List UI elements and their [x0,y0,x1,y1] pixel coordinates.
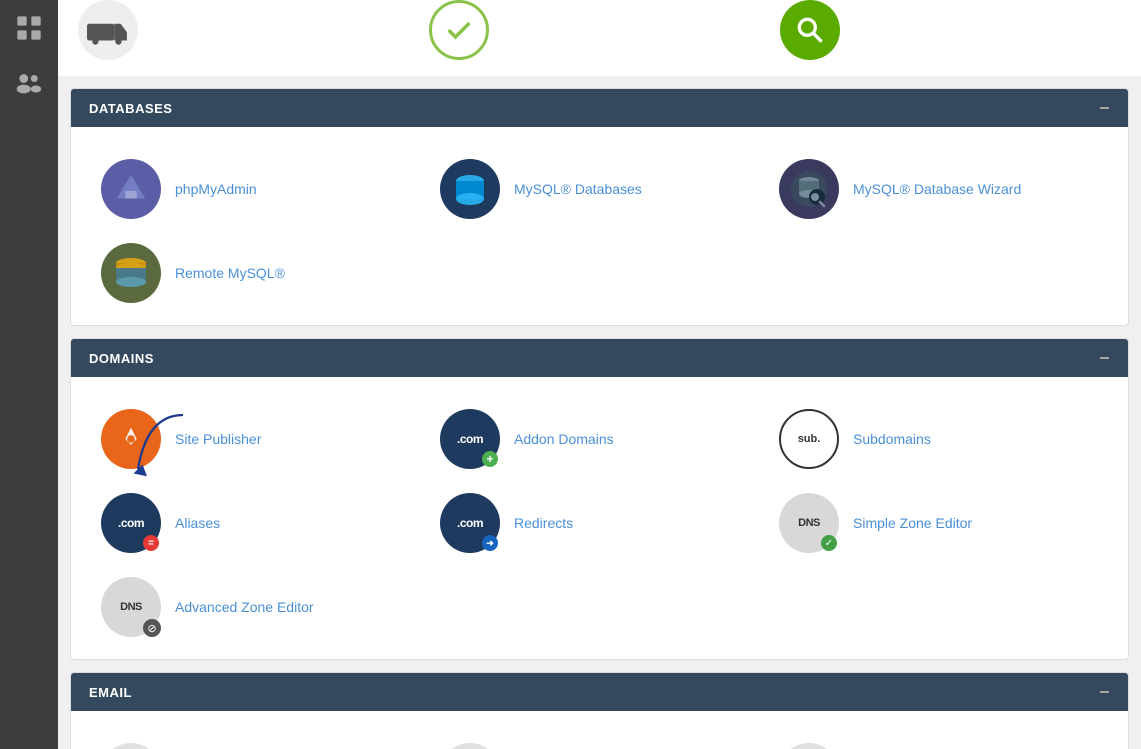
phpmyadmin-item[interactable]: phpMyAdmin [91,147,430,231]
sidebar [0,0,58,749]
top-partial-bar [58,0,1141,76]
email-header: EMAIL − [71,673,1128,711]
site-publisher-label: Site Publisher [175,430,261,448]
adv-zone-label: Advanced Zone Editor [175,598,314,616]
mysql-databases-label: MySQL® Databases [514,180,642,198]
email-section: EMAIL − [70,672,1129,749]
top-item-search[interactable] [770,0,1121,60]
subdomains-label: Subdomains [853,430,931,448]
aliases-label: Aliases [175,514,220,532]
email-collapse-btn[interactable]: − [1099,683,1110,701]
grid-icon[interactable] [11,10,47,46]
addon-domains-label: Addon Domains [514,430,614,448]
databases-section: DATABASES − phpMyAdmin [70,88,1129,326]
domains-section: DOMAINS − Site Publisher [70,338,1129,660]
email-item-2[interactable] [430,731,769,749]
simple-zone-item[interactable]: DNS ✓ Simple Zone Editor [769,481,1108,565]
mysql-wizard-item[interactable]: MySQL® Database Wizard [769,147,1108,231]
databases-collapse-btn[interactable]: − [1099,99,1110,117]
addon-domains-item[interactable]: .com + Addon Domains [430,397,769,481]
domains-body: Site Publisher .com + Addon Domains sub. [71,377,1128,659]
subdomains-item[interactable]: sub. Subdomains [769,397,1108,481]
redirects-label: Redirects [514,514,573,532]
main-content: DATABASES − phpMyAdmin [58,0,1141,749]
domains-collapse-btn[interactable]: − [1099,349,1110,367]
top-item-truck[interactable] [68,0,419,60]
top-item-check[interactable] [419,0,770,60]
mysql-databases-item[interactable]: MySQL® Databases [430,147,769,231]
redirects-item[interactable]: .com ➜ Redirects [430,481,769,565]
databases-header: DATABASES − [71,89,1128,127]
remote-mysql-label: Remote MySQL® [175,264,285,282]
domains-header: DOMAINS − [71,339,1128,377]
databases-body: phpMyAdmin MySQL® Databases [71,127,1128,325]
phpmyadmin-label: phpMyAdmin [175,180,257,198]
adv-zone-item[interactable]: DNS ⊘ Advanced Zone Editor [91,565,430,649]
mysql-wizard-label: MySQL® Database Wizard [853,180,1021,198]
email-item-3[interactable] [769,731,1108,749]
email-title: EMAIL [89,685,132,700]
domains-title: DOMAINS [89,351,154,366]
email-body [71,711,1128,749]
aliases-item[interactable]: .com = Aliases [91,481,430,565]
databases-title: DATABASES [89,101,172,116]
email-item-1[interactable] [91,731,430,749]
site-publisher-item[interactable]: Site Publisher [91,397,430,481]
remote-mysql-item[interactable]: Remote MySQL® [91,231,430,315]
users-icon[interactable] [11,64,47,100]
simple-zone-label: Simple Zone Editor [853,514,972,532]
